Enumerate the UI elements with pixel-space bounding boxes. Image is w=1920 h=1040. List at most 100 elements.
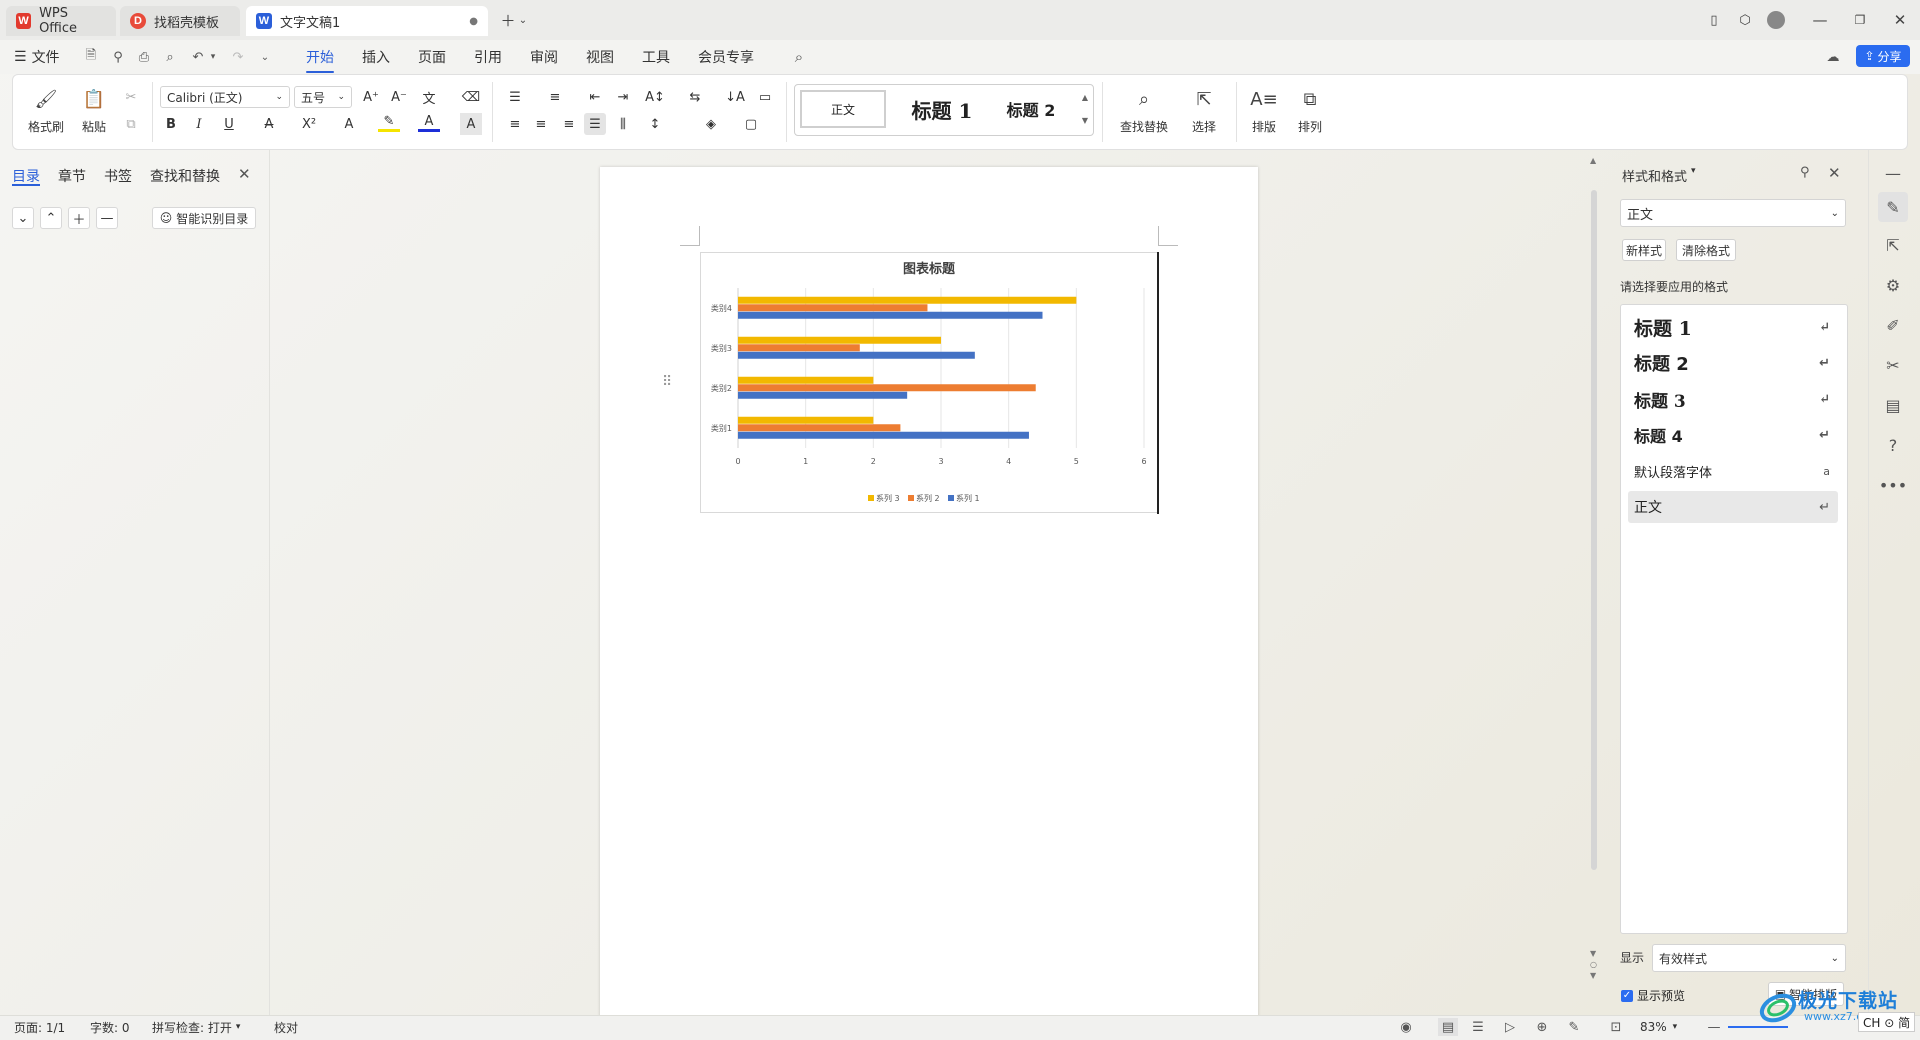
- bar-系列2-类别1[interactable]: [738, 424, 901, 432]
- text-effect-icon[interactable]: A: [338, 113, 360, 135]
- align-left-icon[interactable]: ≡: [504, 113, 526, 135]
- sort-icon[interactable]: ↓A: [724, 86, 746, 108]
- save-icon[interactable]: 🗎: [82, 48, 100, 66]
- ime-indicator[interactable]: CH ⊙ 简: [1858, 1012, 1916, 1032]
- style-gallery-scroll[interactable]: ▲ ▼: [1078, 86, 1092, 132]
- clear-format-icon[interactable]: ⌫: [460, 86, 482, 108]
- superscript-icon[interactable]: X²: [298, 113, 320, 135]
- proofread-button[interactable]: 校对: [274, 1018, 298, 1036]
- tab-list-chevron-icon[interactable]: ⌄: [514, 8, 532, 32]
- sort-swap-icon[interactable]: ⇆: [684, 86, 706, 108]
- close-window-icon[interactable]: ✕: [1886, 8, 1914, 32]
- tab-view[interactable]: 视图: [586, 46, 614, 68]
- bar-系列1-类别4[interactable]: [738, 311, 1043, 319]
- drag-handle-icon[interactable]: ⠿: [662, 374, 672, 390]
- find-replace-button[interactable]: ⌕ 查找替换: [1114, 86, 1174, 135]
- pen-icon[interactable]: ✎: [1564, 1018, 1584, 1036]
- bar-系列2-类别2[interactable]: [738, 384, 1036, 392]
- unsaved-dot-icon[interactable]: ●: [469, 16, 478, 27]
- bar-系列3-类别2[interactable]: [738, 376, 874, 384]
- font-size-select[interactable]: 五号 ⌄: [294, 86, 352, 108]
- file-menu[interactable]: ☰ 文件: [14, 46, 60, 68]
- tab-chapters[interactable]: 章节: [58, 166, 86, 186]
- restore-icon[interactable]: ❐: [1846, 8, 1874, 32]
- clear-format-button[interactable]: 清除格式: [1676, 239, 1736, 261]
- text-direction-icon[interactable]: A↕: [644, 86, 666, 108]
- smart-toc-button[interactable]: ☺ 智能识别目录: [152, 207, 256, 229]
- close-panel-icon[interactable]: ✕: [1828, 164, 1841, 182]
- style-heading-1[interactable]: 标题 1: [900, 90, 984, 128]
- help-icon[interactable]: ?: [1878, 430, 1908, 460]
- collapse-sidebar-icon[interactable]: —: [1878, 158, 1908, 188]
- more-chevron-icon[interactable]: ⌄: [256, 48, 274, 66]
- distribute-icon[interactable]: ⫼: [612, 113, 634, 135]
- ruler-icon[interactable]: ▭: [754, 86, 776, 108]
- font-name-select[interactable]: Calibri (正文) ⌄: [160, 86, 290, 108]
- style-item-default-font[interactable]: 默认段落字体 a: [1628, 455, 1838, 487]
- style-item-heading-4[interactable]: 标题 4 ↵: [1628, 419, 1838, 451]
- scroll-thumb[interactable]: [1591, 190, 1597, 870]
- tab-wps-office[interactable]: W WPS Office: [6, 6, 116, 36]
- pin-icon[interactable]: ⚲: [1800, 165, 1810, 180]
- shading-icon[interactable]: ◈: [700, 113, 722, 135]
- paste-button[interactable]: 📋 粘贴: [74, 86, 114, 135]
- arrange-button[interactable]: ⧉ 排列: [1290, 86, 1330, 135]
- font-color-icon[interactable]: A: [418, 113, 440, 132]
- tab-member[interactable]: 会员专享: [698, 46, 754, 68]
- print-preview-icon[interactable]: ⌕: [161, 48, 179, 66]
- bar-系列2-类别4[interactable]: [738, 304, 928, 312]
- bar-系列3-类别3[interactable]: [738, 336, 941, 344]
- decrease-indent-icon[interactable]: ⇤: [584, 86, 606, 108]
- phonetic-icon[interactable]: 文: [418, 86, 440, 108]
- minimize-icon[interactable]: —: [1806, 8, 1834, 32]
- undo-dropdown-icon[interactable]: ▾: [207, 48, 219, 66]
- eye-icon[interactable]: ◉: [1396, 1018, 1416, 1036]
- tab-document[interactable]: W 文字文稿1 ●: [246, 6, 488, 36]
- cut-icon[interactable]: ✂: [120, 86, 142, 108]
- bullets-icon[interactable]: ☰: [504, 86, 526, 108]
- chart-title[interactable]: 图表标题: [903, 261, 956, 277]
- select-button[interactable]: ⇱ 选择: [1184, 86, 1224, 135]
- link-icon[interactable]: ⚲: [109, 48, 127, 66]
- bar-系列1-类别1[interactable]: [738, 431, 1029, 439]
- bar-系列3-类别1[interactable]: [738, 416, 874, 424]
- collapse-icon[interactable]: ⌄: [12, 207, 34, 229]
- edit-image-icon[interactable]: ✐: [1878, 310, 1908, 340]
- outline-view-icon[interactable]: ☰: [1468, 1018, 1488, 1036]
- tab-insert[interactable]: 插入: [362, 46, 390, 68]
- tab-review[interactable]: 审阅: [530, 46, 558, 68]
- style-item-heading-1[interactable]: 标题 1 ↵: [1628, 311, 1838, 343]
- undo-icon[interactable]: ↶: [189, 48, 207, 66]
- select-pointer-icon[interactable]: ⇱: [1878, 230, 1908, 260]
- remove-icon[interactable]: —: [96, 207, 118, 229]
- share-button[interactable]: ⇪ 分享: [1856, 45, 1910, 67]
- style-heading-2[interactable]: 标题 2: [996, 90, 1066, 128]
- underline-icon[interactable]: U: [218, 113, 240, 135]
- avatar[interactable]: [1762, 8, 1790, 32]
- more-icon[interactable]: •••: [1878, 470, 1908, 500]
- current-style-select[interactable]: 正文 ⌄: [1620, 199, 1846, 227]
- tab-references[interactable]: 引用: [474, 46, 502, 68]
- new-style-button[interactable]: 新样式: [1622, 239, 1666, 261]
- style-item-heading-3[interactable]: 标题 3 ↵: [1628, 383, 1838, 415]
- cube-icon[interactable]: ⬡: [1731, 8, 1759, 32]
- page-view-icon[interactable]: ▤: [1438, 1018, 1458, 1036]
- cloud-icon[interactable]: ☁: [1824, 48, 1842, 66]
- copy-icon[interactable]: ⧉: [120, 113, 142, 135]
- tab-home[interactable]: 开始: [306, 46, 334, 73]
- chart[interactable]: 图表标题 类别1 类别2 类别3 类别4 0 1 2 3 4 5 6 系列 3 系列 2 系列 1: [700, 252, 1160, 514]
- adjust-sliders-icon[interactable]: ⚙: [1878, 270, 1908, 300]
- redo-icon[interactable]: ↷: [229, 48, 247, 66]
- add-icon[interactable]: ＋: [68, 207, 90, 229]
- char-shading-icon[interactable]: A: [460, 113, 482, 135]
- expand-icon[interactable]: ⌃: [40, 207, 62, 229]
- tools-icon[interactable]: ✂: [1878, 350, 1908, 380]
- tab-find-replace[interactable]: 查找和替换: [150, 166, 220, 186]
- numbering-icon[interactable]: ≡: [544, 86, 566, 108]
- justify-icon[interactable]: ☰: [584, 113, 606, 135]
- styles-panel-title[interactable]: 样式和格式 ▾: [1622, 166, 1696, 185]
- style-normal[interactable]: 正文: [800, 90, 886, 128]
- shrink-font-icon[interactable]: A⁻: [388, 86, 410, 108]
- strikethrough-icon[interactable]: A: [258, 113, 280, 135]
- word-count[interactable]: 字数: 0: [90, 1018, 130, 1036]
